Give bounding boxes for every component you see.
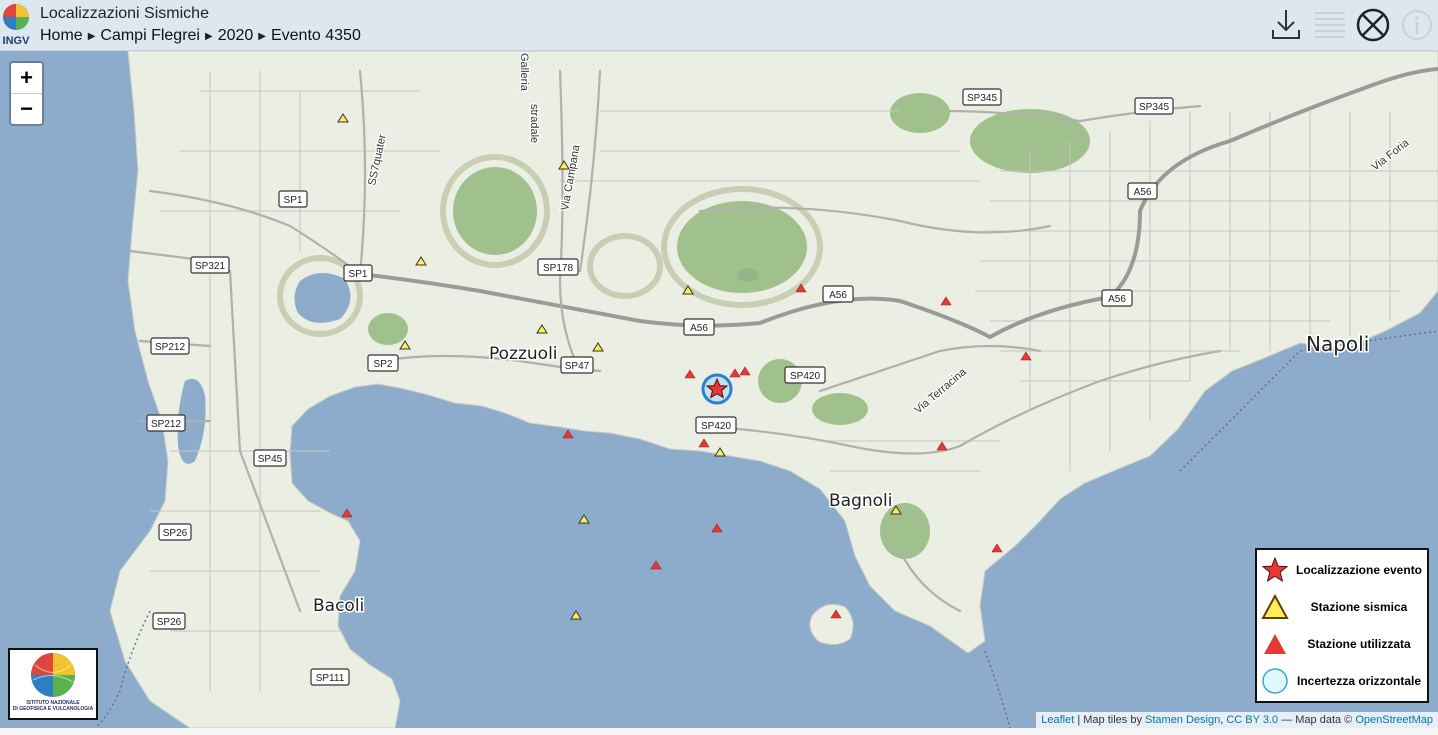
zoom-control: + − bbox=[9, 61, 44, 126]
leaflet-link[interactable]: Leaflet bbox=[1041, 714, 1074, 726]
triangle-yellow-icon bbox=[1261, 593, 1289, 619]
svg-text:SP212: SP212 bbox=[155, 342, 185, 353]
breadcrumb-separator-icon: ▶ bbox=[204, 31, 213, 42]
globe-icon bbox=[31, 653, 75, 697]
triangle-red-icon bbox=[1264, 634, 1286, 654]
place-napoli: Napoli bbox=[1306, 332, 1369, 356]
svg-text:SP178: SP178 bbox=[543, 263, 573, 274]
ingv-logo[interactable]: INGV bbox=[1, 3, 31, 47]
legend-label: Localizzazione evento bbox=[1295, 563, 1423, 577]
svg-text:A56: A56 bbox=[690, 323, 708, 334]
svg-text:SP45: SP45 bbox=[258, 454, 283, 465]
map-canvas[interactable]: SP345 SP345 SP1 A56 SP321 SP1 SP178 A56 … bbox=[0, 51, 1438, 728]
info-icon[interactable] bbox=[1400, 8, 1434, 42]
map-attribution: Leaflet | Map tiles by Stamen Design, CC… bbox=[1036, 712, 1438, 728]
breadcrumb-year[interactable]: 2020 bbox=[218, 27, 254, 44]
institute-logo[interactable]: ISTITUTO NAZIONALE DI GEOFISICA E VULCAN… bbox=[8, 648, 98, 720]
svg-text:A56: A56 bbox=[829, 290, 847, 301]
svg-text:SP212: SP212 bbox=[151, 419, 181, 430]
map-legend: Localizzazione evento Stazione sismica S… bbox=[1255, 548, 1429, 703]
legend-item-uncertainty: Incertezza orizzontale bbox=[1257, 667, 1427, 695]
place-bagnoli: Bagnoli bbox=[829, 491, 893, 511]
header-bar: INGV Localizzazioni Sismiche Home ▶ Campi … bbox=[0, 0, 1438, 51]
breadcrumb-separator-icon: ▶ bbox=[258, 31, 266, 42]
street-stradale: stradale bbox=[528, 104, 540, 143]
legend-item-used-station: Stazione utilizzata bbox=[1257, 630, 1427, 658]
list-icon[interactable] bbox=[1313, 8, 1347, 42]
svg-text:SP420: SP420 bbox=[701, 421, 731, 432]
svg-text:SP47: SP47 bbox=[565, 361, 590, 372]
institute-name: ISTITUTO NAZIONALE DI GEOFISICA E VULCAN… bbox=[12, 700, 94, 712]
logo-text: INGV bbox=[3, 35, 31, 47]
legend-label: Incertezza orizzontale bbox=[1296, 674, 1422, 688]
breadcrumb-campi-flegrei[interactable]: Campi Flegrei bbox=[100, 27, 200, 44]
breadcrumb-home[interactable]: Home bbox=[40, 27, 83, 44]
legend-item-station: Stazione sismica bbox=[1257, 593, 1427, 621]
zoom-in-button[interactable]: + bbox=[11, 63, 42, 93]
svg-text:SP345: SP345 bbox=[1139, 102, 1169, 113]
legend-label: Stazione utilizzata bbox=[1307, 637, 1411, 651]
star-icon bbox=[1261, 556, 1289, 583]
svg-text:SP420: SP420 bbox=[790, 371, 820, 382]
place-bacoli: Bacoli bbox=[313, 596, 364, 616]
svg-text:SP26: SP26 bbox=[157, 617, 182, 628]
street-galleria: Galleria bbox=[518, 53, 530, 92]
svg-text:SP321: SP321 bbox=[195, 261, 225, 272]
svg-text:SP111: SP111 bbox=[316, 673, 345, 684]
breadcrumb-event: Evento 4350 bbox=[270, 27, 361, 44]
place-pozzuoli: Pozzuoli bbox=[489, 344, 558, 364]
svg-text:SP1: SP1 bbox=[284, 195, 303, 206]
license-link[interactable]: CC BY 3.0 bbox=[1226, 714, 1278, 726]
stamen-link[interactable]: Stamen Design bbox=[1145, 714, 1220, 726]
svg-text:SP26: SP26 bbox=[163, 528, 188, 539]
breadcrumb-separator-icon: ▶ bbox=[87, 31, 96, 42]
layers-off-icon[interactable] bbox=[1356, 8, 1390, 42]
download-icon[interactable] bbox=[1269, 8, 1303, 42]
svg-text:A56: A56 bbox=[1134, 187, 1152, 198]
circle-icon bbox=[1262, 668, 1288, 694]
osm-link[interactable]: OpenStreetMap bbox=[1355, 714, 1433, 726]
svg-text:SP345: SP345 bbox=[967, 93, 997, 104]
svg-text:A56: A56 bbox=[1108, 294, 1126, 305]
breadcrumb: Home ▶ Campi Flegrei ▶ 2020 ▶ Evento 4350 bbox=[40, 27, 361, 45]
lake-lucrino bbox=[294, 272, 351, 323]
app-title: Localizzazioni Sismiche bbox=[40, 5, 209, 22]
map-tiles: SP345 SP345 SP1 A56 SP321 SP1 SP178 A56 … bbox=[0, 51, 1438, 728]
nisida-island bbox=[809, 604, 854, 645]
svg-text:SP1: SP1 bbox=[349, 269, 368, 280]
legend-label: Stazione sismica bbox=[1310, 600, 1408, 614]
svg-text:SP2: SP2 bbox=[374, 359, 393, 370]
legend-item-event: Localizzazione evento bbox=[1257, 556, 1427, 584]
zoom-out-button[interactable]: − bbox=[11, 93, 42, 124]
